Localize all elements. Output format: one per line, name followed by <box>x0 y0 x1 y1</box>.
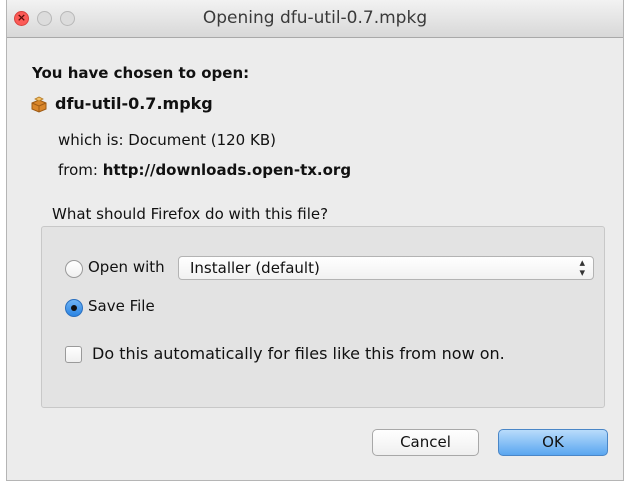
file-source: from: http://downloads.open-tx.org <box>58 161 351 179</box>
ok-button[interactable]: OK <box>498 429 608 456</box>
auto-checkbox-label[interactable]: Do this automatically for files like thi… <box>92 344 505 363</box>
application-select-value: Installer (default) <box>190 259 320 277</box>
title-bar[interactable]: × Opening dfu-util-0.7.mpkg <box>7 0 623 38</box>
action-options-box <box>41 226 605 408</box>
from-label: from: <box>58 161 103 179</box>
application-select[interactable]: Installer (default) ▴ ▾ <box>178 256 594 280</box>
open-with-label[interactable]: Open with <box>88 258 165 276</box>
save-file-radio[interactable] <box>65 299 83 317</box>
auto-checkbox[interactable] <box>65 346 82 363</box>
file-type: which is: Document (120 KB) <box>58 131 276 149</box>
window-title: Opening dfu-util-0.7.mpkg <box>202 8 428 28</box>
dialog-heading: You have chosen to open: <box>32 64 250 82</box>
cancel-button[interactable]: Cancel <box>372 429 479 456</box>
chevron-up-down-icon: ▴ ▾ <box>579 256 585 279</box>
open-with-radio[interactable] <box>65 260 83 278</box>
file-name: dfu-util-0.7.mpkg <box>55 94 213 113</box>
save-file-label[interactable]: Save File <box>88 297 155 315</box>
action-question: What should Firefox do with this file? <box>52 205 329 223</box>
package-icon <box>31 96 47 113</box>
source-url: http://downloads.open-tx.org <box>102 161 352 179</box>
